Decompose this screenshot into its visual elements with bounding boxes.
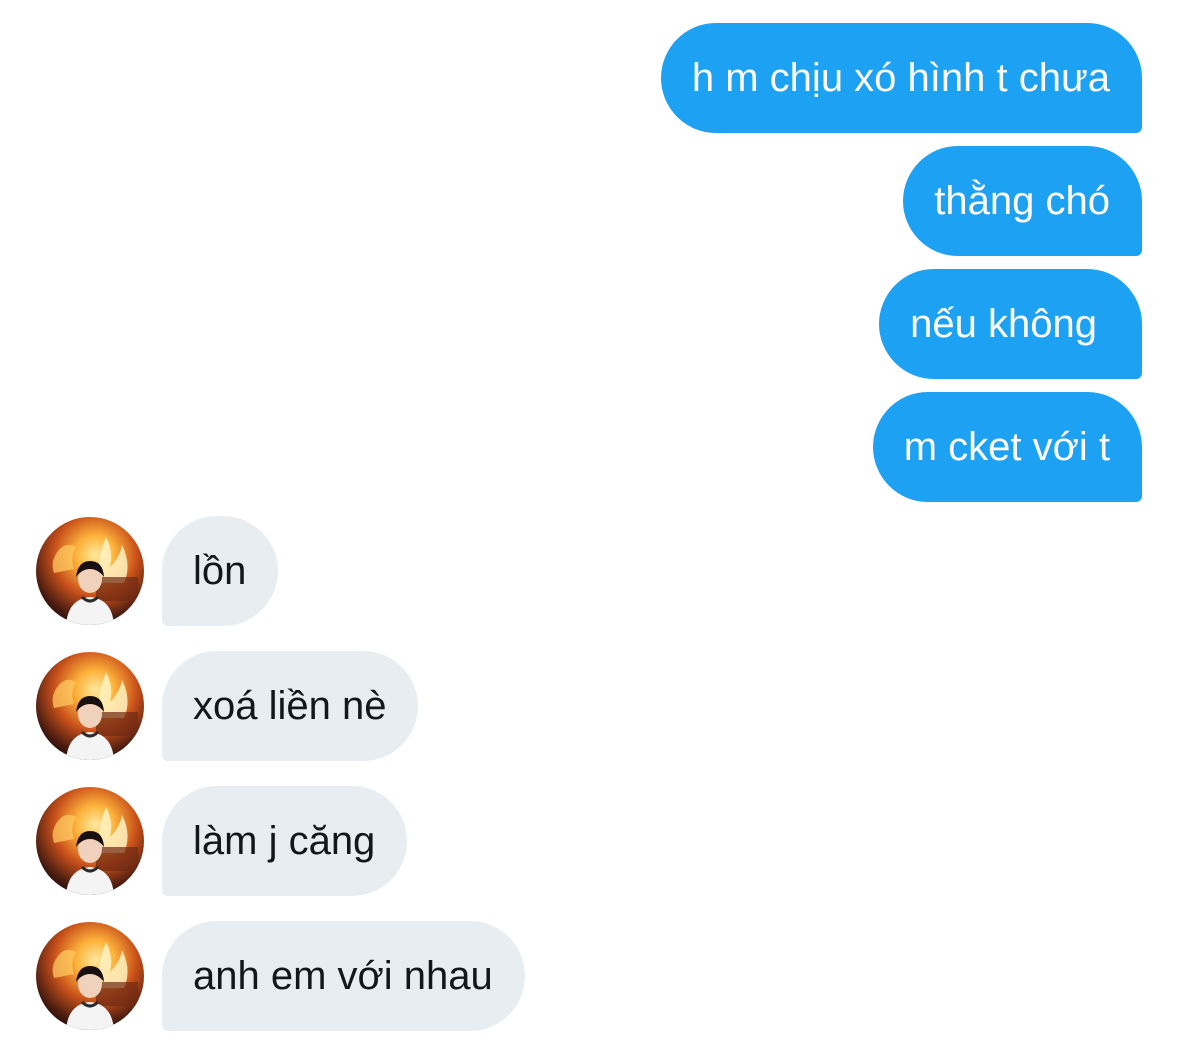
- avatar-photo-icon: [36, 787, 144, 895]
- message-text: anh em với nhau: [193, 954, 493, 998]
- received-message-bubble[interactable]: làm j căng: [162, 786, 408, 896]
- received-message-bubble[interactable]: xoá liền nè: [162, 651, 419, 761]
- avatar-photo-icon: [36, 517, 144, 625]
- sender-avatar[interactable]: [36, 787, 144, 895]
- avatar-photo-icon: [36, 652, 144, 760]
- sent-message-bubble[interactable]: thằng chó: [903, 146, 1142, 256]
- message-text: m cket với t: [903, 425, 1110, 469]
- message-text: nếu không: [910, 302, 1097, 346]
- sent-message-bubble[interactable]: nếu không: [879, 269, 1142, 379]
- received-message-bubble[interactable]: lồn: [162, 516, 279, 626]
- message-text: thằng chó: [934, 179, 1110, 223]
- sent-message-bubble[interactable]: h m chịu xó hình t chưa: [660, 23, 1142, 133]
- message-text: làm j căng: [193, 819, 376, 863]
- sender-avatar[interactable]: [36, 922, 144, 1030]
- sender-avatar[interactable]: [36, 652, 144, 760]
- message-text: h m chịu xó hình t chưa: [691, 56, 1110, 100]
- avatar-photo-icon: [36, 922, 144, 1030]
- received-message-bubble[interactable]: anh em với nhau: [162, 921, 525, 1031]
- sent-message-bubble[interactable]: m cket với t: [872, 392, 1142, 502]
- message-text: lồn: [193, 549, 247, 593]
- message-text: xoá liền nè: [193, 684, 387, 728]
- sender-avatar[interactable]: [36, 517, 144, 625]
